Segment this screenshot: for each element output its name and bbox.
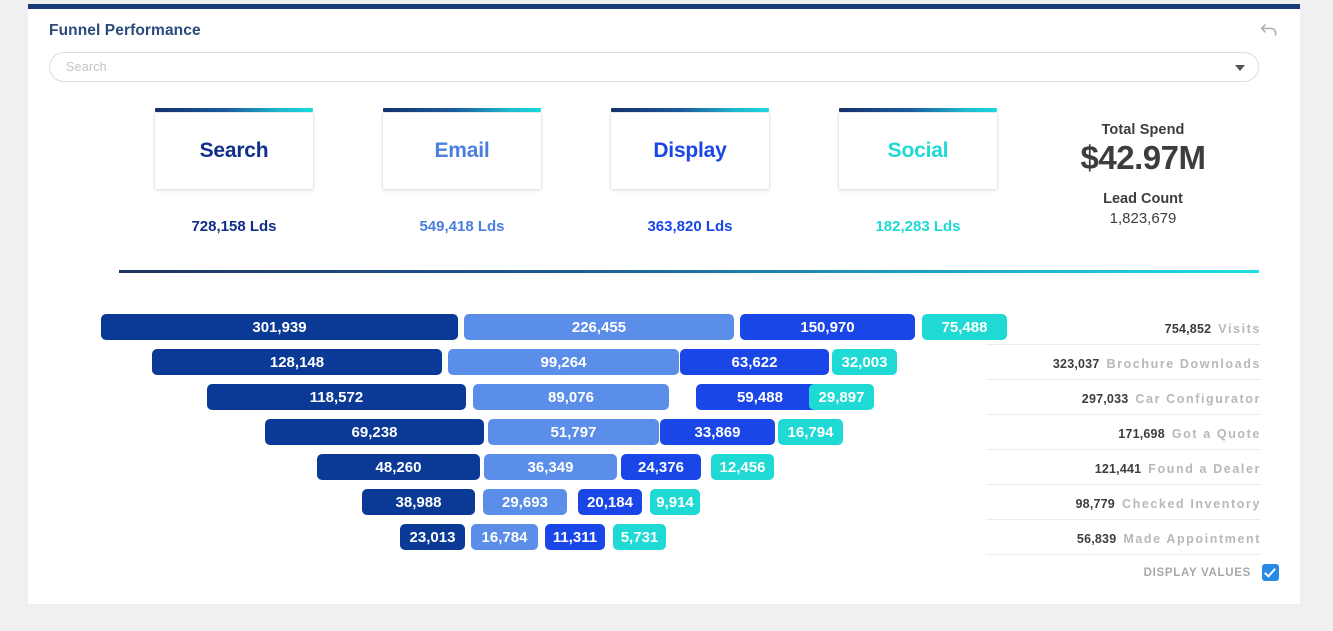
funnel-bar-email[interactable]: 36,349 [484, 454, 617, 480]
stage-name: Car Configurator [1135, 392, 1261, 406]
funnel-bar-social[interactable]: 5,731 [613, 524, 666, 550]
chevron-down-icon[interactable] [1235, 65, 1245, 71]
funnel-bar-display[interactable]: 33,869 [660, 419, 775, 445]
tab-label: Email [434, 139, 490, 162]
funnel-bar-social[interactable]: 9,914 [650, 489, 700, 515]
funnel-bar-search[interactable]: 301,939 [101, 314, 458, 340]
total-spend-label: Total Spend [1101, 122, 1185, 138]
stage-total: 171,698 [1118, 427, 1165, 441]
display-values-checkbox[interactable] [1262, 564, 1279, 581]
stage-name: Checked Inventory [1121, 497, 1261, 511]
funnel-bar-email[interactable]: 89,076 [473, 384, 669, 410]
tab-leads-social: 182,283 Lds [875, 218, 961, 235]
stage-name: Got a Quote [1171, 427, 1261, 441]
funnel-bar-email[interactable]: 99,264 [448, 349, 679, 375]
tab-social[interactable]: Social [838, 108, 998, 190]
funnel-bar-social[interactable]: 32,003 [832, 349, 897, 375]
total-spend-value: $42.97M [1080, 139, 1206, 176]
stage-total: 56,839 [1076, 532, 1117, 546]
tab-leads-email: 549,418 Lds [419, 218, 505, 235]
funnel-bar-display[interactable]: 24,376 [621, 454, 701, 480]
stage-row: 121,441 Found a Dealer [986, 450, 1261, 485]
funnel-bar-display[interactable]: 59,488 [696, 384, 824, 410]
stage-row: 323,037 Brochure Downloads [986, 345, 1261, 380]
stage-name: Found a Dealer [1148, 462, 1261, 476]
search-input[interactable]: Search [49, 52, 1259, 82]
lead-count-value: 1,823,679 [1109, 210, 1177, 227]
funnel-bar-search[interactable]: 118,572 [207, 384, 466, 410]
funnel-bar-social[interactable]: 29,897 [809, 384, 874, 410]
funnel-bar-search[interactable]: 69,238 [265, 419, 484, 445]
funnel-bar-search[interactable]: 48,260 [317, 454, 480, 480]
funnel-bar-display[interactable]: 20,184 [578, 489, 642, 515]
section-divider [119, 270, 1259, 273]
stage-total: 297,033 [1081, 392, 1129, 406]
stage-name: Brochure Downloads [1106, 357, 1261, 371]
undo-arrow-icon[interactable] [1260, 22, 1278, 38]
stage-total: 754,852 [1164, 322, 1212, 336]
stage-row: 98,779 Checked Inventory [986, 485, 1261, 520]
funnel-bar-display[interactable]: 150,970 [740, 314, 915, 340]
stage-total: 121,441 [1094, 462, 1142, 476]
stage-row: 171,698 Got a Quote [986, 415, 1261, 450]
tab-leads-display: 363,820 Lds [647, 218, 733, 235]
stage-name: Made Appointment [1123, 532, 1261, 546]
funnel-bar-email[interactable]: 51,797 [488, 419, 659, 445]
tab-label: Search [199, 139, 269, 162]
funnel-bar-social[interactable]: 12,456 [711, 454, 774, 480]
funnel-bar-email[interactable]: 29,693 [483, 489, 567, 515]
lead-count-label: Lead Count [1103, 191, 1183, 207]
tab-display[interactable]: Display [610, 108, 770, 190]
funnel-bar-search[interactable]: 23,013 [400, 524, 465, 550]
stage-total: 323,037 [1052, 357, 1100, 371]
display-values-label: DISPLAY VALUES [1143, 566, 1251, 579]
display-values-control[interactable]: DISPLAY VALUES [1144, 564, 1279, 581]
funnel-bar-display[interactable]: 63,622 [680, 349, 829, 375]
stage-name: Visits [1218, 322, 1261, 336]
funnel-bar-search[interactable]: 128,148 [152, 349, 442, 375]
stage-row: 297,033 Car Configurator [986, 380, 1261, 415]
tab-label: Display [653, 139, 727, 162]
funnel-bar-social[interactable]: 16,794 [778, 419, 843, 445]
search-placeholder: Search [66, 60, 107, 74]
page-title: Funnel Performance [49, 22, 201, 39]
funnel-bar-email[interactable]: 16,784 [471, 524, 538, 550]
tab-label: Social [887, 139, 949, 162]
tab-email[interactable]: Email [382, 108, 542, 190]
funnel-bar-display[interactable]: 11,311 [545, 524, 605, 550]
tab-search[interactable]: Search [154, 108, 314, 190]
stage-total: 98,779 [1075, 497, 1115, 511]
window-top-accent-bar [28, 4, 1300, 9]
tab-leads-search: 728,158 Lds [191, 218, 277, 235]
funnel-bar-search[interactable]: 38,988 [362, 489, 475, 515]
stage-row: 56,839 Made Appointment [986, 520, 1261, 555]
totals-panel: Total Spend $42.97M Lead Count 1,823,679 [1028, 122, 1258, 227]
stage-row: 754,852 Visits [986, 310, 1261, 345]
funnel-bar-email[interactable]: 226,455 [464, 314, 734, 340]
funnel-performance-card: Funnel Performance Search Search 728,158 … [28, 4, 1300, 604]
